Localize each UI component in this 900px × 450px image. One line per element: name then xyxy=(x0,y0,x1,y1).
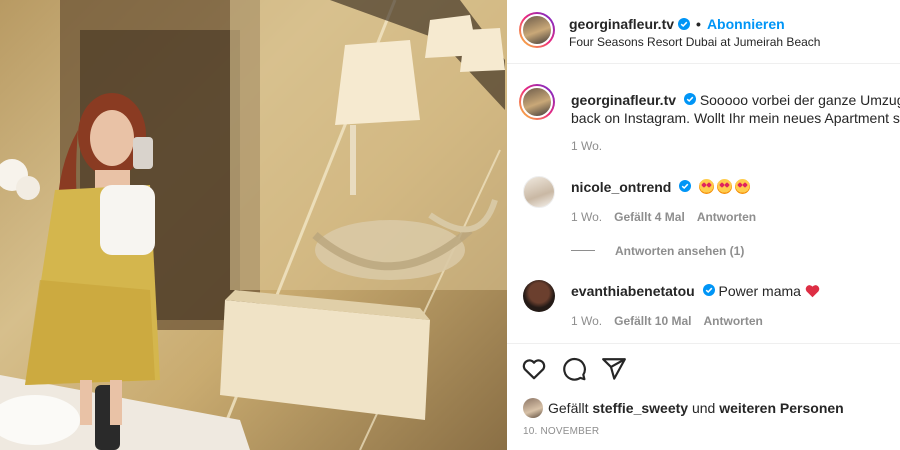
star-struck-emoji-icon xyxy=(717,179,733,194)
comment-text: Power mama xyxy=(718,283,801,299)
caption-time[interactable]: 1 Wo. xyxy=(571,139,602,153)
comment-emojis xyxy=(699,179,753,195)
comment-likes[interactable]: Gefällt 4 Mal xyxy=(614,210,685,224)
comment-line: evanthiabenetatou Power mama xyxy=(571,282,900,300)
share-button[interactable] xyxy=(601,356,627,382)
view-replies-button[interactable]: Antworten ansehen (1) xyxy=(615,244,744,258)
verified-badge-icon xyxy=(702,284,715,296)
author-avatar[interactable] xyxy=(519,12,555,48)
post-header: georginafleur.tv • Abonnieren Four Seaso… xyxy=(507,0,900,64)
liked-prefix: Gefällt xyxy=(548,400,589,416)
actions-divider xyxy=(507,343,900,344)
liked-by: Gefällt steffie_sweety und weiteren Pers… xyxy=(523,398,844,418)
replies-divider xyxy=(571,250,595,251)
star-struck-emoji-icon xyxy=(735,179,751,194)
comment-likes[interactable]: Gefällt 10 Mal xyxy=(614,314,691,328)
liked-user[interactable]: steffie_sweety xyxy=(592,400,688,416)
comment-time[interactable]: 1 Wo. xyxy=(571,314,602,328)
verified-badge-icon xyxy=(683,93,696,105)
caption-line-2: back on Instagram. Wollt Ihr mein neues … xyxy=(571,110,900,126)
separator-dot: • xyxy=(696,16,701,32)
like-button[interactable] xyxy=(521,356,547,382)
caption-avatar[interactable] xyxy=(519,84,555,120)
post-date[interactable]: 10. NOVEMBER xyxy=(523,426,599,437)
reply-button[interactable]: Antworten xyxy=(704,314,763,328)
comment-time[interactable]: 1 Wo. xyxy=(571,210,602,224)
caption-username[interactable]: georginafleur.tv xyxy=(571,92,676,108)
comment-meta: 1 Wo. Gefällt 4 Mal Antworten xyxy=(571,210,756,224)
comment-button[interactable] xyxy=(561,356,587,382)
location-link[interactable]: Four Seasons Resort Dubai at Jumeirah Be… xyxy=(569,35,820,49)
liked-middle: und xyxy=(691,400,716,416)
caption-text: Sooooo vorbei der ganze Umzugss xyxy=(699,92,900,108)
verified-badge-icon xyxy=(678,18,691,30)
comment-username[interactable]: nicole_ontrend xyxy=(571,179,671,195)
reply-button[interactable]: Antworten xyxy=(697,210,756,224)
liked-others[interactable]: weiteren Personen xyxy=(719,400,844,416)
post-detail-panel: georginafleur.tv • Abonnieren Four Seaso… xyxy=(507,0,900,450)
author-row: georginafleur.tv • Abonnieren xyxy=(569,16,785,32)
caption-line-1: georginafleur.tv Sooooo vorbei der ganze… xyxy=(571,91,900,109)
follow-button[interactable]: Abonnieren xyxy=(707,16,785,32)
author-username[interactable]: georginafleur.tv xyxy=(569,16,674,32)
heart-icon xyxy=(522,359,546,380)
verified-badge-icon xyxy=(679,180,692,192)
comment-meta: 1 Wo. Gefällt 10 Mal Antworten xyxy=(571,314,763,328)
liker-avatar[interactable] xyxy=(523,398,543,418)
post-photo[interactable] xyxy=(0,0,507,450)
comment-icon xyxy=(563,357,586,381)
comment-line: nicole_ontrend xyxy=(571,178,900,196)
star-struck-emoji-icon xyxy=(699,179,715,194)
commenter-avatar[interactable] xyxy=(523,280,555,312)
comment-username[interactable]: evanthiabenetatou xyxy=(571,283,695,299)
heart-emoji-icon xyxy=(805,285,820,298)
photo-illustration xyxy=(0,0,507,450)
action-bar xyxy=(521,356,627,382)
caption-meta: 1 Wo. xyxy=(571,139,602,153)
share-icon xyxy=(602,358,626,380)
commenter-avatar[interactable] xyxy=(523,176,555,208)
